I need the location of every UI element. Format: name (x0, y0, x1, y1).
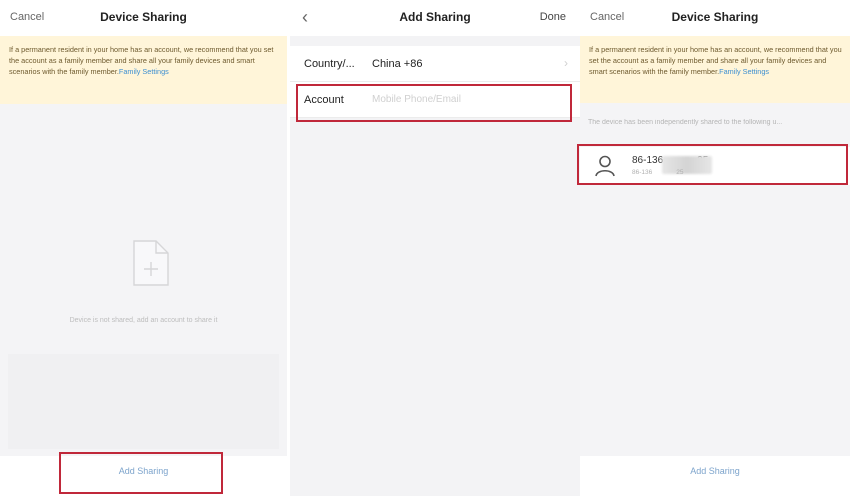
add-sharing-button[interactable]: Add Sharing (0, 466, 287, 476)
page-title: Add Sharing (399, 10, 471, 24)
user-icon (595, 155, 615, 177)
content-placeholder (8, 354, 279, 449)
page-title: Device Sharing (671, 10, 759, 24)
add-sharing-button[interactable]: Add Sharing (580, 466, 850, 476)
empty-state-message: Device is not shared, add an account to … (69, 317, 218, 324)
account-input-row[interactable]: Account Mobile Phone/Email (290, 82, 580, 118)
navigation-bar: ‹ Add Sharing Done (290, 0, 580, 36)
shared-users-caption: The device has been independently shared… (588, 119, 783, 126)
tutorial-screenshot: Cancel Device Sharing If a permanent res… (0, 0, 850, 496)
page-title: Device Sharing (100, 10, 187, 24)
family-notice-banner: If a permanent resident in your home has… (580, 36, 850, 103)
country-label: Country/... (304, 58, 355, 70)
notice-text: If a permanent resident in your home has… (589, 45, 842, 76)
bottom-bar (580, 456, 850, 496)
family-notice-banner: If a permanent resident in your home has… (0, 36, 287, 104)
navigation-bar: Cancel Device Sharing (0, 0, 287, 36)
account-input[interactable]: Mobile Phone/Email (372, 94, 461, 105)
bottom-bar (0, 456, 287, 496)
country-value: China +86 (372, 58, 423, 70)
device-sharing-screen-empty: Cancel Device Sharing If a permanent res… (0, 0, 287, 496)
shared-user-item[interactable]: 86-13625 86-13625 (580, 147, 850, 185)
account-label: Account (304, 94, 344, 106)
country-selector-row[interactable]: Country/... China +86 › (290, 46, 580, 82)
shared-user-subtitle: 86-136 25 (632, 169, 684, 176)
family-settings-link[interactable]: Family Settings (719, 67, 769, 76)
chevron-right-icon: › (564, 56, 568, 70)
done-button[interactable]: Done (540, 11, 566, 23)
empty-document-icon (133, 240, 169, 286)
add-sharing-form: Country/... China +86 › Account Mobile P… (290, 46, 580, 118)
navigation-bar: Cancel Device Sharing (580, 0, 850, 36)
family-settings-link[interactable]: Family Settings (119, 67, 169, 76)
add-sharing-screen: ‹ Add Sharing Done Country/... China +86… (290, 0, 580, 496)
device-sharing-screen-shared: Cancel Device Sharing If a permanent res… (580, 0, 850, 496)
